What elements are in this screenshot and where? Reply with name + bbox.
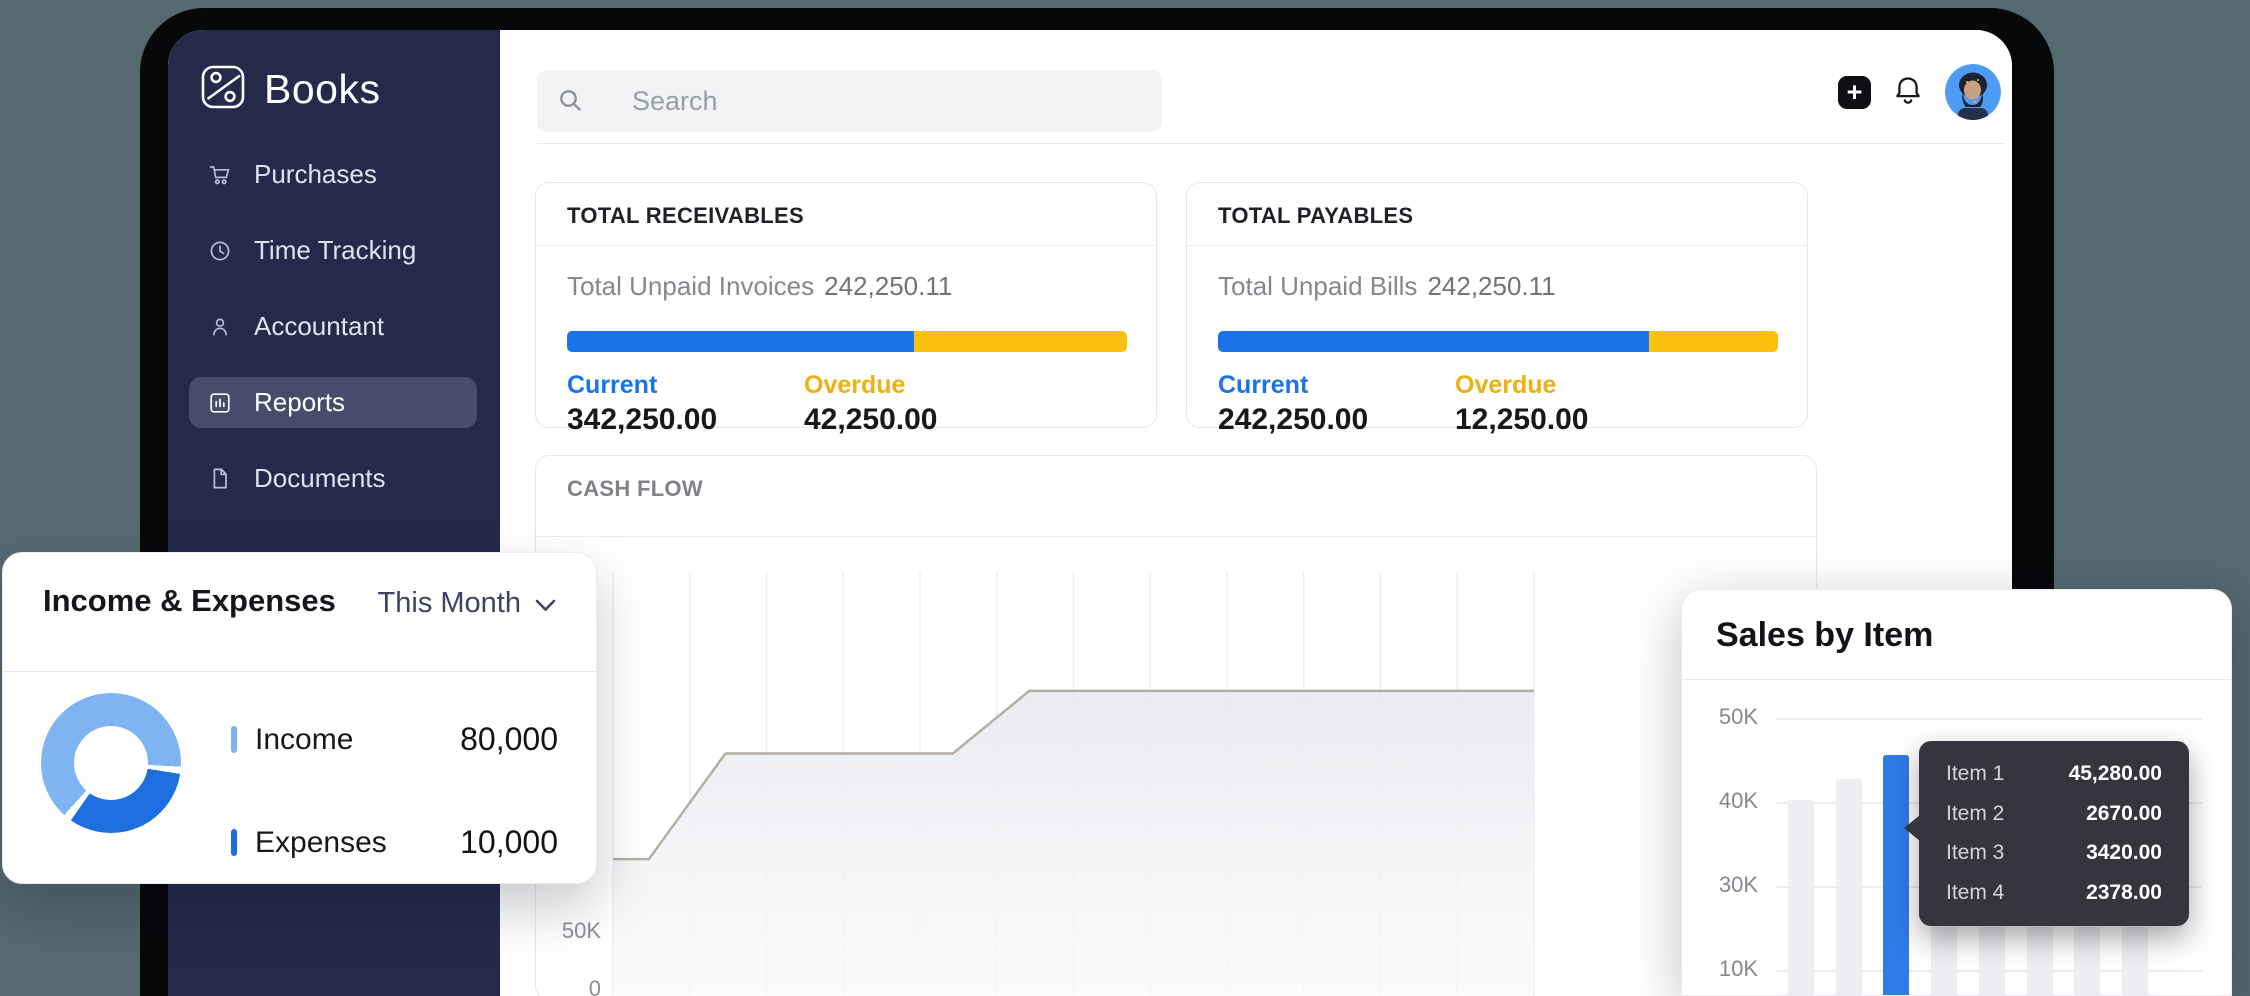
chevron-down-icon — [535, 587, 556, 620]
legend-label: Expenses — [255, 826, 387, 860]
income-expenses-title: Income & Expenses — [43, 583, 336, 619]
sidebar-item-label: Time Tracking — [254, 235, 416, 266]
app-logo-text: Books — [264, 66, 380, 113]
cash-flow-area-chart — [536, 456, 1817, 996]
period-dropdown-label: This Month — [378, 587, 521, 620]
sales-ytick: 30K — [1682, 872, 1758, 898]
sales-bar-7[interactable] — [2074, 927, 2100, 996]
period-dropdown[interactable]: This Month — [378, 587, 556, 620]
legend-value: 80,000 — [460, 721, 558, 758]
total-receivables-card: TOTAL RECEIVABLES Total Unpaid Invoices2… — [535, 182, 1157, 428]
search-input[interactable] — [537, 70, 1162, 132]
tooltip-row: Item 4 2378.00 — [1919, 881, 2189, 905]
current-value: 242,250.00 — [1218, 403, 1368, 437]
receivables-title: TOTAL RECEIVABLES — [567, 203, 804, 229]
user-avatar[interactable] — [1945, 64, 2001, 120]
sidebar-item-label: Purchases — [254, 159, 377, 190]
receivables-current-fill — [567, 331, 914, 352]
sales-bar-4[interactable] — [1931, 927, 1957, 996]
overdue-value: 12,250.00 — [1455, 403, 1588, 437]
current-label: Current — [567, 371, 657, 400]
legend-tick-icon — [231, 829, 237, 856]
income-expenses-card: Income & Expenses This Month Income 80,00… — [2, 552, 597, 884]
sales-bar-5[interactable] — [1979, 927, 2005, 996]
legend-value: 10,000 — [460, 824, 558, 861]
legend-tick-icon — [231, 726, 237, 753]
person-icon — [207, 314, 233, 340]
divider — [536, 245, 1156, 246]
unpaid-bills-amount: 242,250.11 — [1427, 271, 1555, 301]
current-label: Current — [1218, 371, 1308, 400]
tooltip-item-value: 2378.00 — [2086, 881, 2162, 905]
sales-bar-6[interactable] — [2027, 927, 2053, 996]
sales-ytick: 50K — [1682, 704, 1758, 730]
payables-title: TOTAL PAYABLES — [1218, 203, 1413, 229]
sales-by-item-title: Sales by Item — [1716, 616, 1933, 655]
app-logo[interactable]: Books — [200, 64, 380, 115]
legend-label: Income — [255, 723, 353, 757]
sales-bar-1[interactable] — [1788, 800, 1814, 996]
tooltip-item-label: Item 1 — [1946, 762, 2004, 786]
divider — [1187, 245, 1807, 246]
sidebar-item-label: Reports — [254, 387, 345, 418]
overdue-label: Overdue — [804, 371, 905, 400]
tooltip-item-label: Item 3 — [1946, 841, 2004, 865]
tooltip-arrow-icon — [1904, 815, 1920, 841]
cart-icon — [207, 162, 233, 188]
sales-bar-8[interactable] — [2122, 927, 2148, 996]
receivables-progress-bar — [567, 331, 1127, 352]
notifications-bell-icon[interactable] — [1892, 74, 1924, 110]
unpaid-invoices-amount: 242,250.11 — [824, 271, 952, 301]
total-payables-card: TOTAL PAYABLES Total Unpaid Bills242,250… — [1186, 182, 1808, 428]
sales-bar-chart: 50K 40K 30K 10K Item 1 45,280.00 Item 2 2670.00… — [1682, 679, 2231, 995]
sidebar-item-purchases[interactable]: Purchases — [189, 149, 477, 200]
sidebar-item-documents[interactable]: Documents — [189, 453, 477, 504]
sales-bar-3-highlighted[interactable] — [1883, 755, 1909, 996]
add-new-button[interactable]: + — [1838, 76, 1871, 109]
tooltip-item-value: 45,280.00 — [2069, 762, 2162, 786]
sidebar-item-label: Accountant — [254, 311, 384, 342]
current-value: 342,250.00 — [567, 403, 717, 437]
sidebar-item-reports[interactable]: Reports — [189, 377, 477, 428]
tooltip-row: Item 2 2670.00 — [1919, 802, 2189, 826]
sidebar-item-label: Documents — [254, 463, 386, 494]
tooltip-item-label: Item 2 — [1946, 802, 2004, 826]
unpaid-bills-summary: Total Unpaid Bills242,250.11 — [1218, 271, 1556, 302]
cash-flow-card: CASH FLOW 50K0 — [535, 455, 1817, 996]
plus-icon: + — [1847, 79, 1863, 106]
unpaid-invoices-summary: Total Unpaid Invoices242,250.11 — [567, 271, 952, 302]
legend-row-expenses: Expenses 10,000 — [231, 824, 558, 861]
cash-flow-ytick: 0 — [541, 976, 601, 996]
tooltip-item-value: 2670.00 — [2086, 802, 2162, 826]
tooltip-row: Item 3 3420.00 — [1919, 841, 2189, 865]
legend-row-income: Income 80,000 — [231, 721, 558, 758]
books-logo-icon — [200, 64, 248, 115]
cash-flow-ytick: 50K — [541, 918, 601, 944]
payables-current-fill — [1218, 331, 1649, 352]
tooltip-item-label: Item 4 — [1946, 881, 2004, 905]
sales-ytick: 40K — [1682, 788, 1758, 814]
sidebar-item-time-tracking[interactable]: Time Tracking — [189, 225, 477, 276]
tooltip-item-value: 3420.00 — [2086, 841, 2162, 865]
screenshot-root: Books Purchases Time Tracking Accountant Re… — [0, 0, 2250, 996]
divider — [3, 671, 596, 672]
overdue-label: Overdue — [1455, 371, 1556, 400]
topbar-divider — [537, 143, 2005, 144]
document-icon — [207, 466, 233, 492]
sales-bar-2[interactable] — [1836, 779, 1862, 996]
sales-tooltip: Item 1 45,280.00 Item 2 2670.00 Item 3 3420.0… — [1919, 741, 2189, 926]
sales-ytick: 10K — [1682, 956, 1758, 982]
tooltip-row: Item 1 45,280.00 — [1919, 762, 2189, 786]
overdue-value: 42,250.00 — [804, 403, 937, 437]
sales-by-item-card: Sales by Item 50K 40K 30K 10K Item 1 45,280.0… — [1681, 589, 2232, 996]
income-expenses-donut-chart — [41, 693, 181, 833]
sales-gridline — [1776, 718, 2202, 720]
clock-icon — [207, 238, 233, 264]
bar-chart-icon — [207, 390, 233, 416]
sidebar-item-accountant[interactable]: Accountant — [189, 301, 477, 352]
donut-hole — [74, 726, 148, 800]
payables-progress-bar — [1218, 331, 1778, 352]
